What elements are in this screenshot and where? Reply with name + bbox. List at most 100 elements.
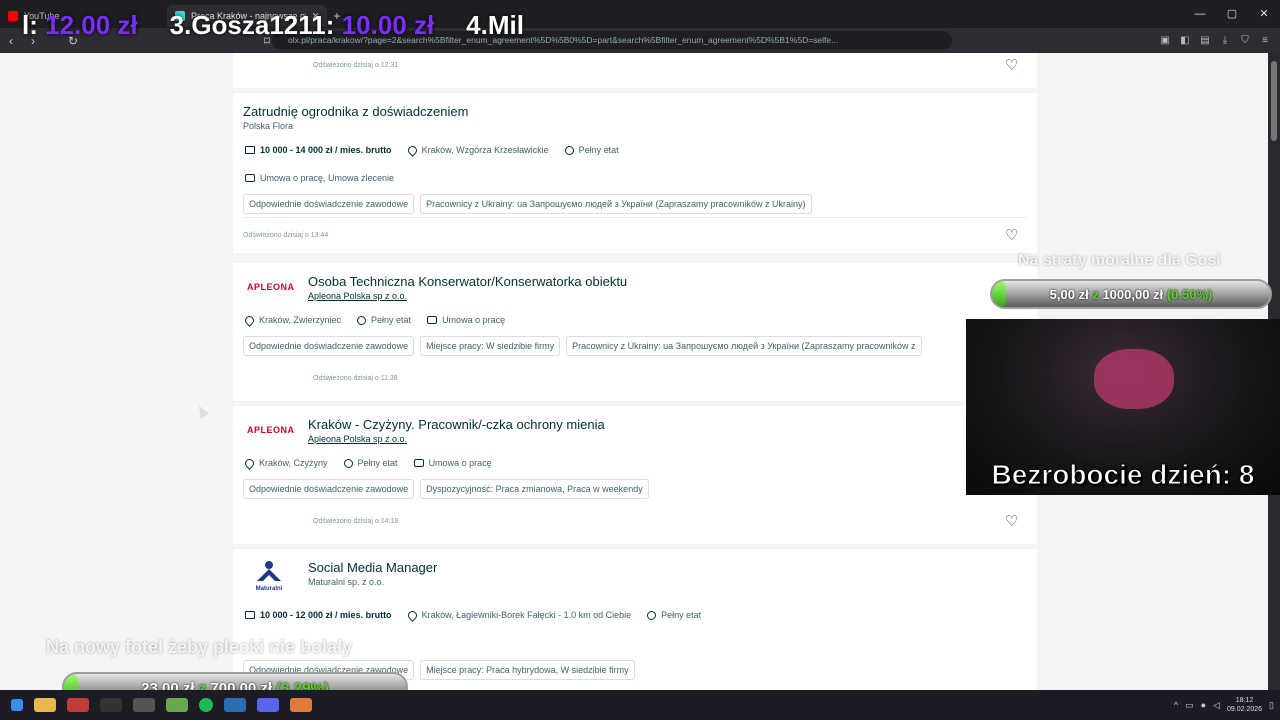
discord-icon[interactable] (257, 698, 279, 712)
goal-sep: z (1092, 286, 1099, 302)
listing-card[interactable]: Odświeżono dzisiaj o 12:31 ♡ (233, 53, 1037, 88)
contract: Umowa o pracę (428, 458, 492, 468)
goal-current: 5,00 zł (1049, 286, 1089, 302)
location-pin-icon (243, 456, 256, 470)
listing-meta: Kraków, Czyżyny Pełny etat Umowa o pracę (243, 456, 492, 470)
download-icon[interactable]: ⤓ (1218, 35, 1232, 46)
briefcase-icon (427, 316, 438, 324)
listing-card[interactable]: Maturalni Social Media Manager Maturalni… (233, 549, 1037, 690)
goal-right-fill (992, 281, 1006, 307)
location-pin-icon (405, 608, 419, 622)
location: Kraków, Łagiewniki-Borek Fałęcki - 1.0 k… (421, 610, 632, 620)
app-icon[interactable] (133, 698, 155, 712)
salary: 10 000 - 12 000 zł / mies. brutto (260, 610, 392, 620)
listing-title[interactable]: Social Media Manager (308, 560, 437, 575)
listing-meta: 10 000 - 12 000 zł / mies. brutto Kraków… (245, 608, 702, 622)
company-logo: Maturalni (256, 561, 283, 592)
tray-arrow-icon[interactable]: ^ (1174, 700, 1178, 710)
windows-start-icon[interactable] (11, 699, 23, 711)
listing-meta: 10 000 - 14 000 zł / mies. brutto Kraków… (245, 143, 619, 157)
tag: Odpowiednie doświadczenie zawodowe (243, 479, 415, 499)
maximize-icon[interactable]: ▢ (1216, 0, 1248, 28)
listing-title[interactable]: Kraków - Czyżyny. Pracownik/-czka ochron… (308, 417, 605, 432)
tag: Dyspozycyjność: Praca zmianowa, Praca w … (420, 479, 649, 499)
network-icon[interactable]: ▭ (1185, 700, 1194, 711)
listing-tags: Odpowiednie doświadczenie zawodowe Praco… (243, 194, 812, 214)
notifications-icon[interactable]: ▯ (1269, 700, 1274, 711)
app-icon[interactable] (166, 698, 188, 712)
salary: 10 000 - 14 000 zł / mies. brutto (260, 145, 392, 155)
briefcase-icon (413, 459, 424, 467)
listing-contract: Umowa o pracę, Umowa zlecenie (245, 173, 394, 183)
svg-text:Maturalni: Maturalni (256, 586, 283, 592)
listing-card[interactable]: APLEONA Osoba Techniczna Konserwator/Kon… (233, 263, 1037, 401)
listing-card[interactable]: APLEONA Kraków - Czyżyny. Pracownik/-czk… (233, 406, 1037, 544)
favorite-heart-icon[interactable]: ♡ (1005, 228, 1021, 244)
close-window-icon[interactable]: ✕ (1248, 0, 1280, 28)
tag: Odpowiednie doświadczenie zawodowe (243, 336, 415, 356)
refresh-date: Odświeżono dzisiaj o 14:18 (313, 518, 399, 525)
system-tray: ^ ▭ ● ◁ 18:12 09.02.2026 ▯ (1174, 690, 1280, 720)
shield-icon[interactable]: ⛉ (1238, 35, 1252, 46)
company-logo: APLEONA (247, 425, 295, 435)
tag: Odpowiednie doświadczenie zawodowe (243, 194, 415, 214)
salary-icon (245, 146, 255, 154)
extensions-icon[interactable]: ▣ (1158, 35, 1172, 46)
webcam-person (1094, 349, 1174, 409)
taskbar-clock[interactable]: 18:12 09.02.2026 (1227, 696, 1262, 714)
listing-tags: Odpowiednie doświadczenie zawodowe Dyspo… (243, 479, 649, 499)
location: Kraków, Zwierzyniec (259, 315, 342, 325)
contract: Umowa o pracę (442, 315, 506, 325)
scrollbar-thumb[interactable] (1271, 61, 1277, 141)
goal-right-bar: 5,00 zł z 1000,00 zł (0.50%) (990, 279, 1272, 309)
ticker-name: 4.Mil (466, 9, 524, 40)
clock-icon (647, 610, 657, 620)
work-time: Pełny etat (661, 610, 702, 620)
app-icon[interactable] (100, 698, 122, 712)
refresh-date: Odświeżono dzisiaj o 11:38 (313, 375, 398, 382)
listing-title[interactable]: Zatrudnię ogrodnika z doświadczeniem (243, 104, 468, 119)
tag: Pracownicy z Ukrainy: ua Запрошуємо люде… (420, 194, 812, 214)
goal-target: 1000,00 zł (1102, 286, 1164, 302)
minimize-icon[interactable]: — (1184, 0, 1216, 28)
app-icon[interactable] (290, 698, 312, 712)
webcam-caption: Bezrobocie dzień: 8 (991, 459, 1255, 491)
listing-company[interactable]: Apleona Polska sp z o.o. (308, 434, 407, 444)
listing-company[interactable]: Apleona Polska sp z o.o. (308, 291, 407, 301)
contract: Umowa o pracę, Umowa zlecenie (260, 173, 395, 183)
window-controls: — ▢ ✕ (1184, 0, 1280, 28)
refresh-date: Odświeżono dzisiaj o 12:31 (313, 62, 399, 69)
file-explorer-icon[interactable] (34, 698, 56, 712)
mic-icon[interactable]: ● (1201, 700, 1206, 710)
clock-icon (343, 458, 353, 468)
company-logo: APLEONA (247, 282, 295, 292)
listing-card[interactable]: Zatrudnię ogrodnika z doświadczeniem Pol… (233, 93, 1037, 253)
location-pin-icon (405, 143, 419, 157)
favorite-heart-icon[interactable]: ♡ (1005, 58, 1021, 74)
volume-icon[interactable]: ◁ (1213, 700, 1220, 711)
menu-icon[interactable]: ≡ (1258, 35, 1272, 46)
ticker-name: l: (22, 9, 38, 40)
clock-icon (564, 145, 574, 155)
wallet-icon[interactable]: ▤ (1198, 35, 1212, 46)
listing-title[interactable]: Osoba Techniczna Konserwator/Konserwator… (308, 274, 627, 289)
clock-time: 18:12 (1235, 697, 1254, 704)
spotify-icon[interactable] (199, 698, 213, 712)
favorite-heart-icon[interactable]: ♡ (1005, 514, 1021, 530)
app-icon[interactable] (224, 698, 246, 712)
goal-left-label: Na nowy fotel żeby plecki nie bolały (46, 637, 353, 657)
work-time: Pełny etat (371, 315, 412, 325)
clock-icon (357, 315, 367, 325)
sidebar-icon[interactable]: ◧ (1178, 35, 1192, 46)
tag: Miejsce pracy: Praca hybrydowa, W siedzi… (420, 660, 635, 680)
ticker-amount: 12.00 zł (45, 9, 138, 40)
briefcase-icon (245, 174, 255, 182)
app-icon[interactable] (67, 698, 89, 712)
refresh-date: Odświeżono dzisiaj o 13:44 (243, 232, 329, 239)
listing-meta: Kraków, Zwierzyniec Pełny etat Umowa o p… (243, 313, 506, 327)
listing-tags: Odpowiednie doświadczenie zawodowe Miejs… (243, 336, 922, 356)
webcam-overlay: Bezrobocie dzień: 8 (966, 319, 1280, 495)
goal-right-label: Na straty moralne dla Gosi (1018, 252, 1221, 269)
salary-icon (245, 611, 255, 619)
listing-company: Polska Flora (243, 121, 294, 131)
